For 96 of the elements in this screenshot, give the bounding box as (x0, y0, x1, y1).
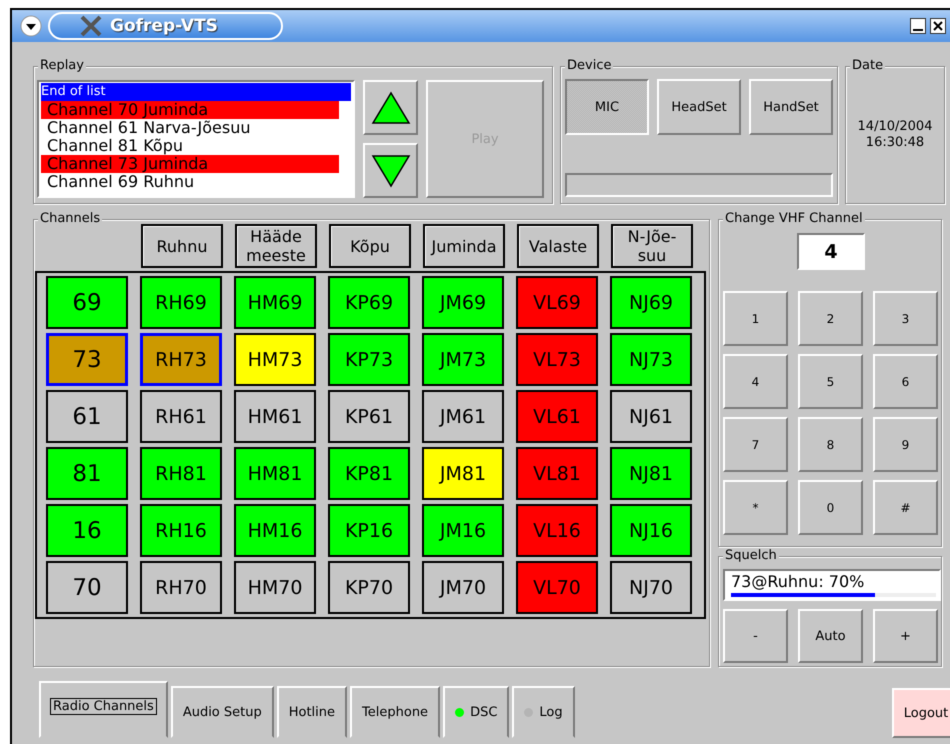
column-header: Kõpu (329, 224, 411, 268)
keypad-key[interactable]: 8 (798, 417, 863, 472)
station-channel-button[interactable]: RH69 (140, 276, 222, 329)
channel-button[interactable]: 81 (46, 447, 128, 500)
group-title: Device (567, 58, 612, 73)
station-channel-button[interactable]: NJ69 (610, 276, 692, 329)
station-channel-button[interactable]: VL61 (516, 390, 598, 443)
time-text: 16:30:48 (866, 135, 924, 151)
squelch-button[interactable]: Auto (798, 609, 863, 663)
up-triangle-icon (370, 90, 410, 124)
station-channel-button[interactable]: KP70 (328, 561, 410, 614)
squelch-button[interactable]: - (723, 609, 788, 663)
station-channel-button[interactable]: JM73 (422, 333, 504, 386)
group-title: Change VHF Channel (725, 211, 863, 226)
station-channel-button[interactable]: VL16 (516, 504, 598, 557)
channel-button[interactable]: 69 (46, 276, 128, 329)
channel-button[interactable]: 70 (46, 561, 128, 614)
column-header: Hääde meeste (235, 224, 317, 268)
logout-button[interactable]: Logout (892, 688, 950, 738)
group-title: Squelch (725, 548, 777, 563)
device-button[interactable]: HeadSet (657, 79, 741, 135)
station-channel-button[interactable]: NJ73 (610, 333, 692, 386)
replay-list-item[interactable]: Channel 73 Juminda (41, 155, 339, 173)
tab[interactable]: DSC (443, 686, 510, 738)
station-channel-button[interactable]: KP73 (328, 333, 410, 386)
group-title: Replay (40, 58, 84, 73)
squelch-reading: 73@Ruhnu: 70% (731, 573, 866, 591)
keypad-key[interactable]: # (873, 480, 938, 535)
station-channel-button[interactable]: VL69 (516, 276, 598, 329)
station-channel-button[interactable]: HM81 (234, 447, 316, 500)
station-channel-button[interactable]: KP61 (328, 390, 410, 443)
station-channel-button[interactable]: RH81 (140, 447, 222, 500)
channel-display: 4 (797, 233, 865, 270)
channel-button[interactable]: 16 (46, 504, 128, 557)
squelch-button[interactable]: + (873, 609, 938, 663)
down-button[interactable] (363, 143, 418, 198)
channel-button[interactable]: 61 (46, 390, 128, 443)
keypad-key[interactable]: 4 (723, 354, 788, 409)
station-channel-button[interactable]: HM70 (234, 561, 316, 614)
column-header: Juminda (423, 224, 505, 268)
column-header: N-Jõe-suu (611, 224, 693, 268)
replay-list-item[interactable]: Channel 70 Juminda (41, 101, 339, 119)
tab[interactable]: Audio Setup (170, 686, 274, 738)
keypad-key[interactable]: 5 (798, 354, 863, 409)
station-channel-button[interactable]: HM73 (234, 333, 316, 386)
menu-icon[interactable] (20, 15, 42, 37)
station-channel-button[interactable]: KP16 (328, 504, 410, 557)
station-channel-button[interactable]: RH61 (140, 390, 222, 443)
replay-list[interactable]: End of list Channel 70 Juminda Channel 61 Narva-Jõesuu Channel 81 Kõpu Channel 73 Juminda Channel 69 Ruhnu (37, 80, 355, 198)
keypad-key[interactable]: 6 (873, 354, 938, 409)
device-button[interactable]: MIC (565, 79, 649, 135)
station-channel-button[interactable]: VL70 (516, 561, 598, 614)
station-channel-button[interactable]: HM61 (234, 390, 316, 443)
keypad-key[interactable]: 3 (873, 291, 938, 346)
station-channel-button[interactable]: JM69 (422, 276, 504, 329)
date-text: 14/10/2004 (858, 119, 932, 135)
tab[interactable]: Telephone (350, 686, 440, 738)
down-triangle-icon (370, 154, 410, 188)
column-header: Ruhnu (141, 224, 223, 268)
group-title: Channels (40, 211, 100, 226)
window-title: Gofrep-VTS (110, 16, 218, 36)
station-channel-button[interactable]: RH73 (140, 333, 222, 386)
replay-list-item[interactable]: End of list (41, 83, 351, 101)
device-button[interactable]: HandSet (749, 79, 833, 135)
station-channel-button[interactable]: RH16 (140, 504, 222, 557)
station-channel-button[interactable]: KP69 (328, 276, 410, 329)
station-channel-button[interactable]: NJ70 (610, 561, 692, 614)
keypad-key[interactable]: 9 (873, 417, 938, 472)
close-icon[interactable] (930, 18, 946, 34)
station-channel-button[interactable]: JM16 (422, 504, 504, 557)
station-channel-button[interactable]: KP81 (328, 447, 410, 500)
keypad-key[interactable]: 7 (723, 417, 788, 472)
station-channel-button[interactable]: JM61 (422, 390, 504, 443)
station-channel-button[interactable]: RH70 (140, 561, 222, 614)
keypad-key[interactable]: 2 (798, 291, 863, 346)
column-header: Valaste (517, 224, 599, 268)
keypad-key[interactable]: * (723, 480, 788, 535)
tab[interactable]: Radio Channels (39, 681, 168, 738)
channel-button[interactable]: 73 (46, 333, 128, 386)
station-channel-button[interactable]: VL81 (516, 447, 598, 500)
minimize-icon[interactable] (910, 18, 926, 34)
keypad-key[interactable]: 1 (723, 291, 788, 346)
station-channel-button[interactable]: JM70 (422, 561, 504, 614)
tab[interactable]: Log (512, 686, 575, 738)
station-channel-button[interactable]: NJ81 (610, 447, 692, 500)
station-channel-button[interactable]: NJ16 (610, 504, 692, 557)
station-channel-button[interactable]: NJ61 (610, 390, 692, 443)
up-button[interactable] (363, 80, 418, 135)
station-channel-button[interactable]: JM81 (422, 447, 504, 500)
tab[interactable]: Hotline (276, 686, 348, 738)
keypad-key[interactable]: 0 (798, 480, 863, 535)
x-logo-icon (80, 15, 102, 37)
station-channel-button[interactable]: HM69 (234, 276, 316, 329)
station-channel-button[interactable]: HM16 (234, 504, 316, 557)
group-title: Date (852, 58, 884, 73)
station-channel-button[interactable]: VL73 (516, 333, 598, 386)
